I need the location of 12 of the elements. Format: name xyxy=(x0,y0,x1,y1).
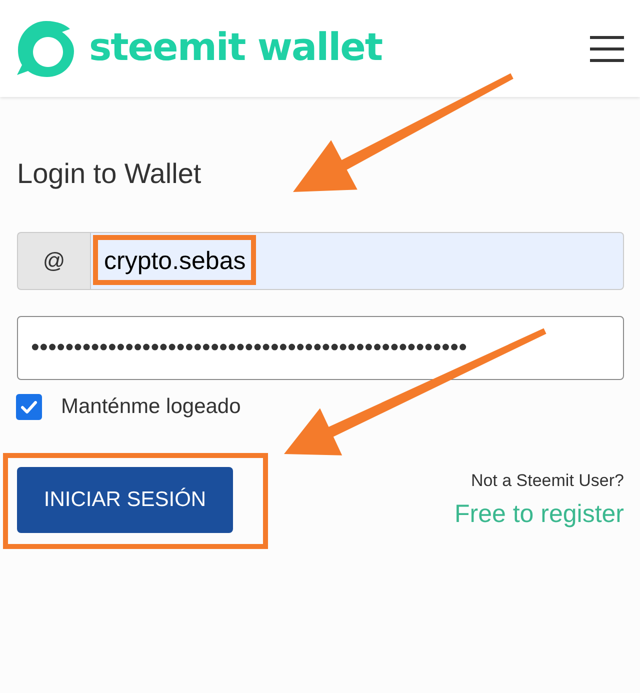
remember-label: Manténme logeado xyxy=(61,395,241,419)
password-field[interactable]: ••••••••••••••••••••••••••••••••••••••••••••••••••• xyxy=(17,316,624,380)
logo-icon xyxy=(16,18,76,78)
at-prefix: @ xyxy=(17,232,90,290)
login-button[interactable]: INICIAR SESIÓN xyxy=(17,467,233,533)
signup-prompt: Not a Steemit User? xyxy=(470,471,624,491)
logo-text: steemit wallet xyxy=(89,28,382,66)
checkmark-icon xyxy=(21,400,37,414)
username-field[interactable]: crypto.sebas xyxy=(90,232,624,290)
menu-icon[interactable] xyxy=(590,36,624,62)
checkbox[interactable] xyxy=(16,394,42,420)
login-title: Login to Wallet xyxy=(17,157,202,191)
